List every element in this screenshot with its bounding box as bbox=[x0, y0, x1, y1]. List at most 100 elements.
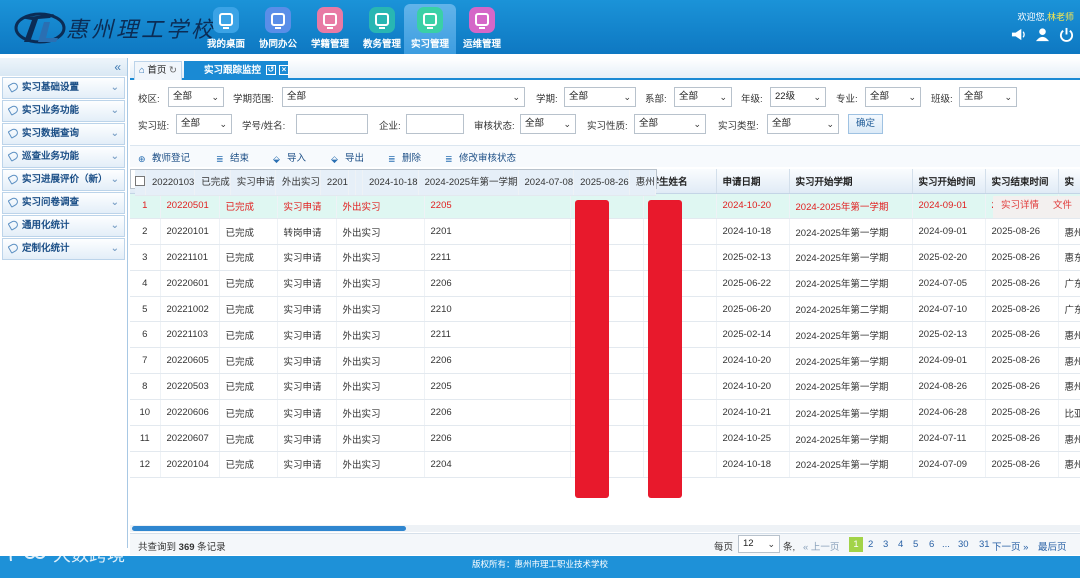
column-header[interactable]: 实习开始学期 bbox=[789, 169, 913, 194]
cell-start: 2024-07-10 bbox=[912, 296, 986, 323]
current-page[interactable]: 1 bbox=[849, 537, 863, 552]
tab-internship-monitor[interactable]: 实习跟踪监控 ↺ × bbox=[184, 61, 289, 80]
modify-audit-button[interactable]: ≣ 修改审核状态 bbox=[445, 150, 516, 164]
cell-date: 2024-10-18 bbox=[716, 451, 790, 478]
cell-id: 20220104 bbox=[160, 451, 220, 478]
tab-home[interactable]: ⌂ 首页 ↻ bbox=[134, 61, 183, 80]
sidebar-collapse-icon[interactable]: « bbox=[0, 58, 127, 76]
sidebar-item-2[interactable]: 实习数据查询 ⌄ bbox=[2, 123, 125, 145]
term-select[interactable]: 全部 ⌄ bbox=[564, 87, 636, 107]
chevron-down-icon: ⌄ bbox=[211, 92, 219, 102]
cell-date: 2024-10-18 bbox=[716, 218, 790, 246]
student-label: 学号/姓名: bbox=[242, 121, 286, 132]
prev-page-link[interactable]: « 上一页 bbox=[803, 539, 839, 553]
sidebar-item-1[interactable]: 实习业务功能 ⌄ bbox=[2, 100, 125, 122]
close-tab-icon[interactable]: × bbox=[279, 65, 289, 75]
import-button[interactable]: ⬙ 导入 bbox=[273, 150, 306, 164]
confirm-button[interactable]: 确定 bbox=[848, 114, 883, 134]
cell-nature: 实习申请 bbox=[277, 244, 337, 271]
user-icon[interactable] bbox=[1035, 27, 1050, 42]
sidebar-item-6[interactable]: 通用化统计 ⌄ bbox=[2, 215, 125, 237]
refresh-icon[interactable]: ↻ bbox=[169, 65, 177, 76]
nature-select[interactable]: 全部 ⌄ bbox=[634, 114, 706, 134]
column-header[interactable]: 实习结束时间 bbox=[985, 169, 1059, 194]
refresh-tab-icon[interactable]: ↺ bbox=[266, 65, 276, 75]
export-button[interactable]: ⬙ 导出 bbox=[331, 150, 364, 164]
page-link[interactable]: 2 bbox=[868, 539, 873, 550]
page-link[interactable]: 6 bbox=[929, 539, 934, 550]
horizontal-scrollbar[interactable] bbox=[130, 525, 1080, 532]
record-count: 共查询到 369 条记录 bbox=[138, 542, 226, 553]
column-header[interactable]: 实习开始时间 bbox=[912, 169, 986, 194]
row-checkbox[interactable] bbox=[135, 170, 146, 197]
file-link[interactable]: 文件 bbox=[1053, 200, 1072, 211]
delete-button[interactable]: ≣ 删除 bbox=[388, 150, 421, 164]
teacher-register-button[interactable]: ⊕ 教师登记 bbox=[138, 150, 190, 164]
nav-item-1[interactable]: 协同办公 bbox=[252, 4, 304, 54]
cell-nature: 实习申请 bbox=[277, 347, 337, 375]
cell-start: 2024-09-01 bbox=[912, 218, 986, 246]
student-input[interactable] bbox=[296, 114, 368, 134]
cell-term: 2024-2025年第一学期 bbox=[789, 347, 913, 375]
sidebar-item-3[interactable]: 巡查业务功能 ⌄ bbox=[2, 146, 125, 168]
nav-item-3[interactable]: 教务管理 bbox=[356, 4, 408, 54]
cell-extra: 广东 bbox=[1058, 296, 1080, 323]
type-select[interactable]: 全部 ⌄ bbox=[767, 114, 839, 134]
school-logo: 惠州理工学校 bbox=[14, 4, 213, 48]
column-header[interactable]: 实 bbox=[1058, 169, 1080, 194]
cell-extra: 比亚 bbox=[1058, 399, 1080, 427]
row-number: 4 bbox=[130, 270, 161, 297]
plus-circle-icon: ⊕ bbox=[138, 154, 146, 164]
row-actions-menu: 实习详情 文件 bbox=[993, 196, 1080, 218]
sidebar-item-5[interactable]: 实习问卷调查 ⌄ bbox=[2, 192, 125, 214]
next-page-link[interactable]: 下一页 » bbox=[992, 539, 1028, 553]
nav-item-2[interactable]: 学籍管理 bbox=[304, 4, 356, 54]
chevron-down-icon: ⌄ bbox=[512, 92, 520, 102]
page-link[interactable]: 31 bbox=[979, 539, 990, 550]
per-page-select[interactable]: 12 ⌄ bbox=[738, 535, 780, 553]
audit-select[interactable]: 全部 ⌄ bbox=[520, 114, 576, 134]
page-link[interactable]: 30 bbox=[958, 539, 969, 550]
sidebar-item-0[interactable]: 实习基础设置 ⌄ bbox=[2, 77, 125, 99]
nav-item-label: 实习管理 bbox=[410, 39, 449, 50]
import-icon: ⬙ bbox=[273, 154, 280, 164]
cell-cls: 2206 bbox=[424, 347, 571, 375]
chevron-down-icon: ⌄ bbox=[719, 92, 727, 102]
row-number: 6 bbox=[130, 321, 161, 349]
nav-item-5[interactable]: 运维管理 bbox=[456, 4, 508, 54]
grade-select[interactable]: 22级 ⌄ bbox=[770, 87, 826, 107]
scrollbar-thumb[interactable] bbox=[132, 526, 406, 531]
chevron-down-icon: ⌄ bbox=[813, 92, 821, 102]
announcement-icon[interactable] bbox=[1011, 27, 1026, 42]
sidebar-item-7[interactable]: 定制化统计 ⌄ bbox=[2, 238, 125, 260]
internship-details-link[interactable]: 实习详情 bbox=[1001, 200, 1039, 211]
cell-status: 已完成 bbox=[219, 347, 278, 375]
last-page-link[interactable]: 最后页 bbox=[1038, 539, 1067, 553]
nav-item-0[interactable]: 我的桌面 bbox=[200, 4, 252, 54]
finish-button[interactable]: ≣ 结束 bbox=[216, 150, 249, 164]
cell-start: 2024-07-11 bbox=[912, 425, 986, 452]
dept-select[interactable]: 全部 ⌄ bbox=[674, 87, 732, 107]
cell-status: 已完成 bbox=[219, 270, 278, 297]
page-link[interactable]: 4 bbox=[898, 539, 903, 550]
page-link[interactable]: ... bbox=[942, 539, 950, 550]
page-link[interactable]: 3 bbox=[883, 539, 888, 550]
campus-select[interactable]: 全部 ⌄ bbox=[168, 87, 224, 107]
intern-class-select[interactable]: 全部 ⌄ bbox=[176, 114, 232, 134]
column-header[interactable]: 申请日期 bbox=[716, 169, 790, 194]
cell-date: 2024-10-18 bbox=[362, 170, 419, 197]
power-icon[interactable] bbox=[1059, 27, 1074, 42]
page-link[interactable]: 5 bbox=[913, 539, 918, 550]
cell-date: 2025-02-14 bbox=[716, 321, 790, 349]
term-range-select[interactable]: 全部 ⌄ bbox=[282, 87, 525, 107]
cell-start: 2024-07-08 bbox=[518, 170, 575, 197]
sidebar-item-4[interactable]: 实习进展评价（新） ⌄ bbox=[2, 169, 125, 191]
table-row[interactable]: 20220103 已完成 实习申请 外出实习 2201 2024-10-18 2024-20… bbox=[130, 169, 657, 197]
sidebar-item-label: 通用化统计 bbox=[22, 220, 70, 231]
company-input[interactable] bbox=[406, 114, 464, 134]
major-select[interactable]: 全部 ⌄ bbox=[865, 87, 921, 107]
class-select[interactable]: 全部 ⌄ bbox=[959, 87, 1017, 107]
nav-item-4[interactable]: 实习管理 bbox=[404, 4, 456, 54]
cell-type: 外出实习 bbox=[336, 373, 425, 400]
edit-list-icon: ≣ bbox=[445, 154, 453, 164]
